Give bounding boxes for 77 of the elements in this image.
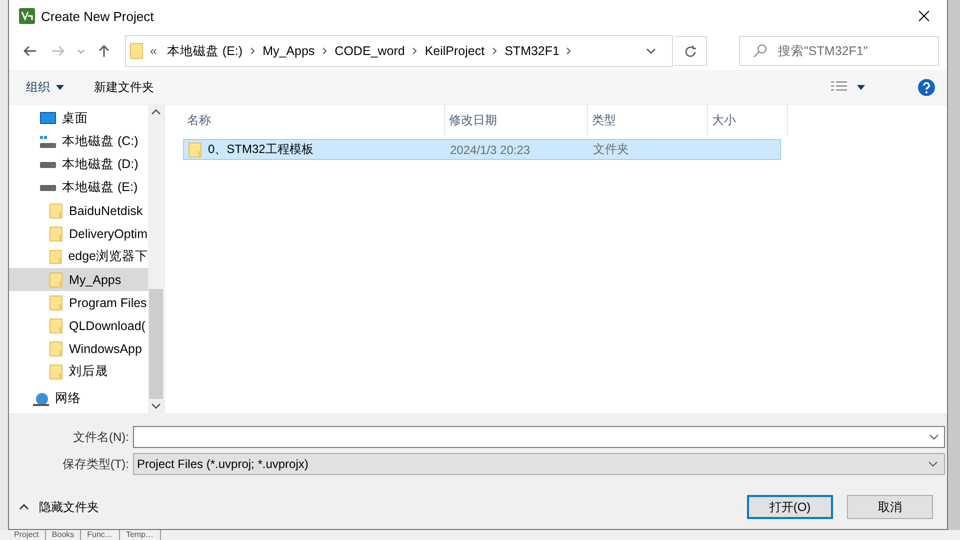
organize-menu[interactable]: 组织 — [26, 78, 64, 96]
tree-item[interactable]: 刘后晟 — [9, 360, 148, 383]
scrollbar[interactable] — [148, 105, 164, 413]
app-icon — [19, 8, 35, 24]
folder-icon — [49, 226, 63, 242]
arrow-up-icon — [98, 44, 110, 58]
filename-label: 文件名(N): — [72, 428, 130, 446]
folder-icon — [188, 142, 202, 158]
file-type: 文件夹 — [592, 141, 630, 158]
folder-icon — [49, 248, 62, 264]
folder-icon — [49, 340, 63, 356]
tree-item[interactable]: WindowsApp — [9, 337, 148, 360]
column-header[interactable]: 修改日期 — [445, 105, 588, 135]
details-view-icon — [831, 81, 847, 93]
drive-icon — [40, 184, 56, 192]
folder-icon — [49, 318, 63, 334]
dialog-button[interactable]: 取消 — [847, 495, 933, 519]
column-header[interactable]: 类型 — [588, 105, 708, 135]
window-title: Create New Project — [41, 8, 155, 24]
refresh-button[interactable] — [675, 36, 707, 66]
drive-icon — [40, 136, 56, 148]
tree-item[interactable]: My_Apps — [9, 268, 148, 291]
dropdown-icon[interactable] — [646, 48, 656, 54]
arrow-right-icon — [51, 45, 65, 57]
file-row[interactable]: 0、STM32工程模板 2024/1/3 20:23 文件夹 — [183, 139, 781, 160]
breadcrumb[interactable]: STM32F1 — [502, 44, 562, 58]
network-icon — [33, 392, 49, 406]
file-name: 0、STM32工程模板 — [184, 141, 446, 158]
chevron-up-icon — [19, 504, 29, 510]
breadcrumb[interactable]: My_Apps — [260, 44, 318, 58]
filename-field[interactable] — [133, 426, 945, 448]
folder-icon — [49, 294, 63, 310]
tree-item[interactable]: DeliveryOptim — [9, 222, 148, 245]
hide-folders-toggle[interactable]: 隐藏文件夹 — [19, 498, 99, 516]
dialog-button[interactable]: 打开(O) — [747, 495, 833, 519]
column-header[interactable]: 名称 — [183, 105, 445, 135]
chevron-right-icon — [492, 47, 498, 55]
overflow-crumb[interactable]: « — [147, 44, 160, 58]
folder-icon — [49, 202, 63, 218]
drive-icon — [40, 160, 56, 168]
folder-icon — [130, 43, 143, 59]
modified-date: 2024/1/3 20:23 — [449, 142, 532, 156]
tree-item[interactable]: Program Files — [9, 291, 148, 314]
search-field[interactable]: 搜索"STM32F1" — [739, 36, 939, 66]
search-icon — [753, 44, 767, 58]
tree-item[interactable]: QLDownload( — [9, 314, 148, 337]
arrow-left-icon — [23, 45, 37, 57]
chevron-down-icon — [929, 434, 939, 440]
chevron-right-icon — [250, 47, 256, 55]
chevron-right-icon — [566, 47, 572, 55]
filetype-label: 保存类型(T): — [61, 456, 130, 472]
tree-item[interactable]: 本地磁盘 (C:) — [9, 130, 148, 153]
filetype-dropdown[interactable]: Project Files (*.uvproj; *.uvprojx) — [133, 453, 945, 475]
folder-icon — [49, 272, 63, 288]
desktop-icon — [40, 112, 56, 125]
close-icon — [918, 10, 930, 22]
address-bar[interactable]: « 本地磁盘 (E:) My_Apps CODE_word KeilProject STM32F1 — [125, 35, 673, 67]
caret-icon — [56, 84, 64, 90]
chevron-right-icon — [412, 47, 418, 55]
breadcrumb[interactable]: 本地磁盘 (E:) — [164, 42, 246, 60]
tree-item[interactable]: 桌面 — [9, 107, 148, 130]
tree-item[interactable]: edge浏览器下 — [9, 245, 148, 268]
tree-item[interactable]: BaiduNetdisk — [9, 199, 148, 222]
folder-icon — [49, 364, 63, 380]
chevron-down-icon — [77, 48, 85, 54]
refresh-icon — [684, 44, 696, 58]
breadcrumb[interactable]: KeilProject — [422, 44, 488, 58]
tree-item[interactable]: 本地磁盘 (E:) — [9, 176, 148, 199]
tree-item[interactable]: 网络 — [9, 387, 148, 410]
help-icon[interactable] — [918, 78, 935, 96]
tree-item[interactable]: 本地磁盘 (D:) — [9, 153, 148, 176]
chevron-right-icon — [322, 47, 328, 55]
chevron-down-icon — [928, 461, 938, 467]
breadcrumb[interactable]: CODE_word — [332, 44, 408, 58]
column-header[interactable]: 大小 — [708, 105, 788, 135]
new-folder-button[interactable]: 新建文件夹 — [94, 78, 154, 96]
caret-icon — [857, 84, 865, 90]
